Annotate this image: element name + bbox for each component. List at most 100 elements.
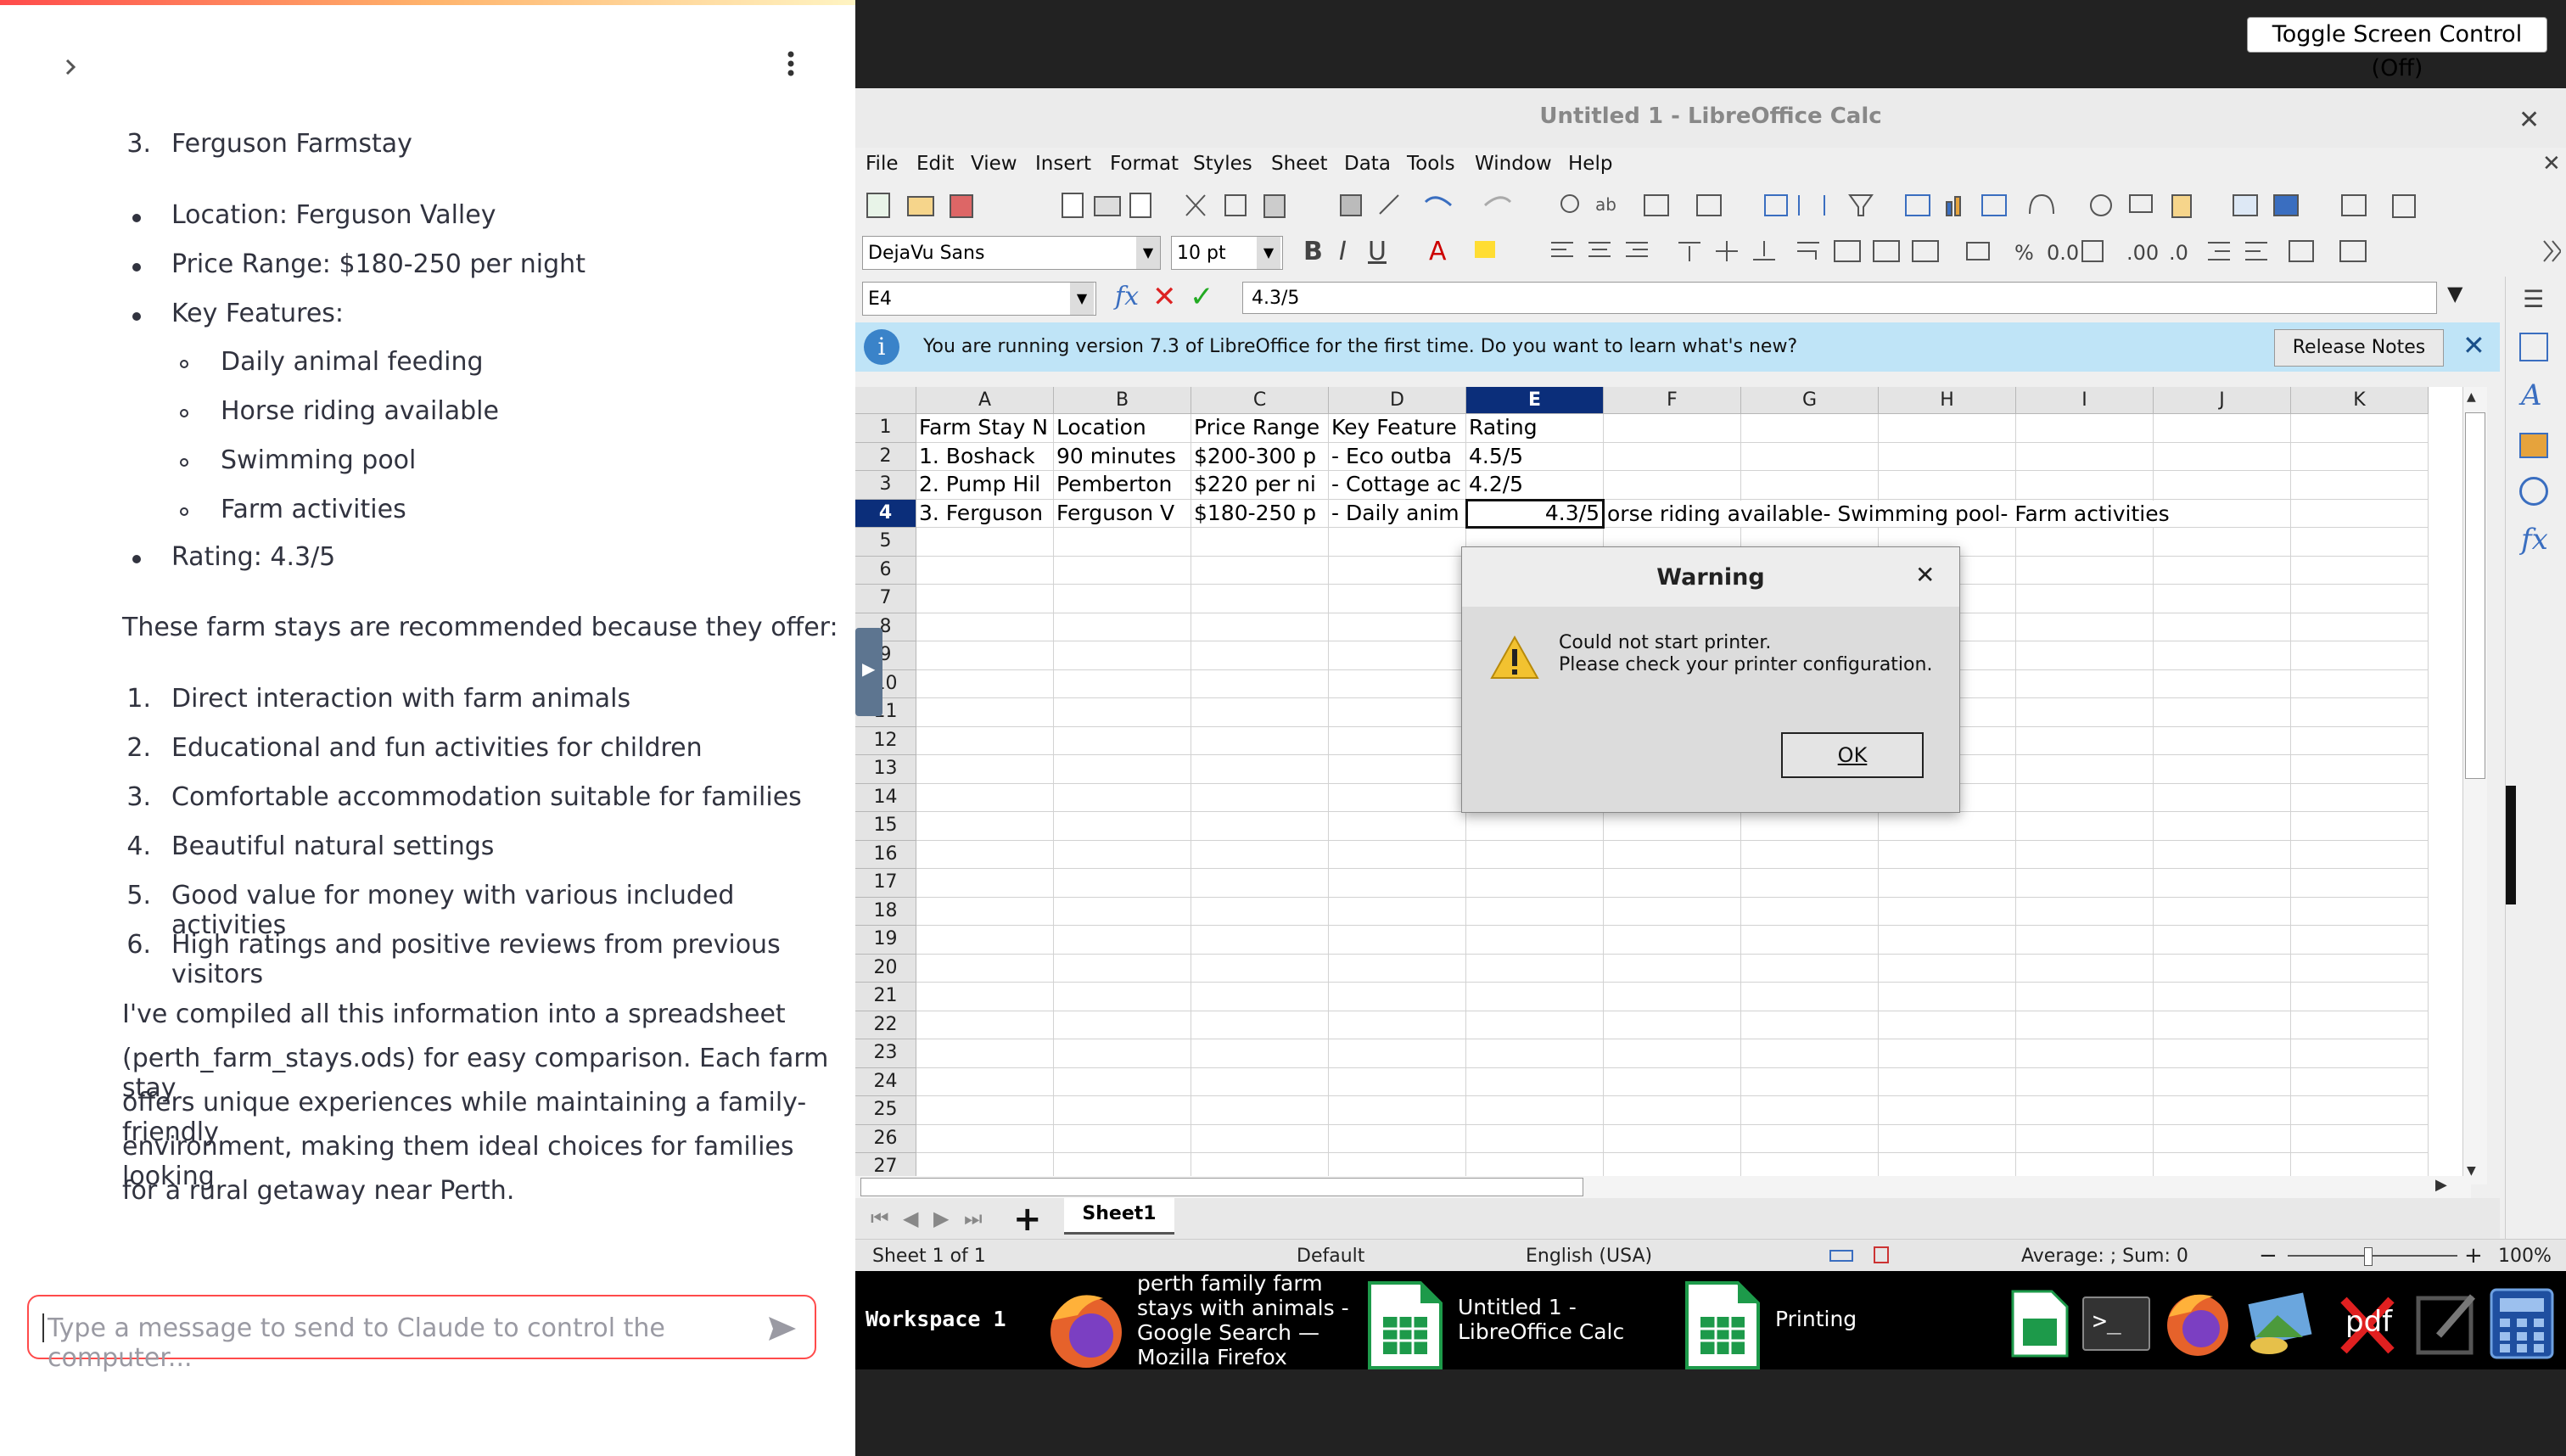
cell-k18[interactable]: [2291, 897, 2429, 926]
column-header-k[interactable]: K: [2291, 387, 2429, 414]
cell-i6[interactable]: [2016, 556, 2154, 585]
cell-c4[interactable]: $180-250 p: [1191, 499, 1329, 528]
cell-f25[interactable]: [1604, 1096, 1741, 1125]
cell-j25[interactable]: [2154, 1096, 2291, 1125]
column-header-d[interactable]: D: [1329, 387, 1466, 414]
row-header-25[interactable]: 25: [855, 1096, 916, 1125]
sidebar-pull-handle[interactable]: ▶: [855, 628, 882, 716]
firefox-task-line[interactable]: perth family farm: [1137, 1271, 1323, 1296]
cell-i9[interactable]: [2016, 641, 2154, 670]
row-header-4[interactable]: 4: [855, 499, 916, 528]
cell-b23[interactable]: [1054, 1039, 1191, 1068]
cell-d7[interactable]: [1329, 585, 1466, 613]
cell-j24[interactable]: [2154, 1067, 2291, 1096]
cell-b27[interactable]: [1054, 1153, 1191, 1176]
info-bar-close-icon[interactable]: ✕: [2462, 329, 2485, 361]
cell-d3[interactable]: - Cottage ac: [1329, 471, 1466, 500]
cell-j18[interactable]: [2154, 897, 2291, 926]
cell-d9[interactable]: [1329, 641, 1466, 670]
cell-h22[interactable]: [1879, 1011, 2016, 1039]
horizontal-scroll-thumb[interactable]: [860, 1178, 1583, 1196]
cell-h20[interactable]: [1879, 954, 2016, 983]
cell-a12[interactable]: [916, 726, 1054, 755]
cell-b20[interactable]: [1054, 954, 1191, 983]
cell-i21[interactable]: [2016, 983, 2154, 1011]
menu-file[interactable]: File: [866, 153, 899, 175]
vertical-scrollbar[interactable]: ▲ ▼: [2462, 387, 2487, 1184]
cell-i7[interactable]: [2016, 585, 2154, 613]
cell-h27[interactable]: [1879, 1153, 2016, 1176]
formula-input[interactable]: 4.3/5: [1242, 282, 2437, 314]
row-header-21[interactable]: 21: [855, 983, 916, 1011]
cell-c11[interactable]: [1191, 698, 1329, 727]
cell-e23[interactable]: [1466, 1039, 1604, 1068]
cell-k22[interactable]: [2291, 1011, 2429, 1039]
column-header-c[interactable]: C: [1191, 387, 1329, 414]
cell-g2[interactable]: [1741, 442, 1879, 471]
cell-h23[interactable]: [1879, 1039, 2016, 1068]
cell-i13[interactable]: [2016, 755, 2154, 784]
cell-e22[interactable]: [1466, 1011, 1604, 1039]
cell-j4[interactable]: [2154, 499, 2291, 528]
font-name-box[interactable]: DejaVu Sans ▼: [862, 236, 1161, 270]
zoom-in-icon[interactable]: +: [2464, 1243, 2483, 1268]
cell-a21[interactable]: [916, 983, 1054, 1011]
firefox-task-line[interactable]: stays with animals -: [1137, 1296, 1349, 1320]
cell-c16[interactable]: [1191, 840, 1329, 869]
cell-b4[interactable]: Ferguson V: [1054, 499, 1191, 528]
sidebar-collapse-handle[interactable]: [2506, 786, 2516, 904]
cell-b1[interactable]: Location: [1054, 414, 1191, 443]
name-box[interactable]: E4 ▼: [862, 282, 1096, 316]
cell-f16[interactable]: [1604, 840, 1741, 869]
cell-k14[interactable]: [2291, 783, 2429, 812]
cell-i24[interactable]: [2016, 1067, 2154, 1096]
cell-d23[interactable]: [1329, 1039, 1466, 1068]
cell-c13[interactable]: [1191, 755, 1329, 784]
row-header-23[interactable]: 23: [855, 1039, 916, 1068]
cell-i1[interactable]: [2016, 414, 2154, 443]
cell-a2[interactable]: 1. Boshack: [916, 442, 1054, 471]
properties-icon[interactable]: [2519, 333, 2548, 361]
cell-h19[interactable]: [1879, 926, 2016, 955]
cell-i16[interactable]: [2016, 840, 2154, 869]
cell-b7[interactable]: [1054, 585, 1191, 613]
firefox-launcher-icon[interactable]: [2162, 1288, 2233, 1359]
cell-f24[interactable]: [1604, 1067, 1741, 1096]
cell-j1[interactable]: [2154, 414, 2291, 443]
row-header-3[interactable]: 3: [855, 471, 916, 500]
expand-formula-icon[interactable]: ▼: [2447, 282, 2462, 305]
row-header-19[interactable]: 19: [855, 926, 916, 955]
expand-sidebar-chevron-icon[interactable]: [58, 54, 83, 80]
row-header-12[interactable]: 12: [855, 726, 916, 755]
cell-k19[interactable]: [2291, 926, 2429, 955]
calc-launcher-icon[interactable]: [2009, 1290, 2070, 1358]
cell-d22[interactable]: [1329, 1011, 1466, 1039]
cell-e16[interactable]: [1466, 840, 1604, 869]
cell-k6[interactable]: [2291, 556, 2429, 585]
cell-a13[interactable]: [916, 755, 1054, 784]
cell-k15[interactable]: [2291, 812, 2429, 841]
toggle-screen-control-button[interactable]: Toggle Screen Control (Off): [2247, 17, 2547, 81]
cell-f18[interactable]: [1604, 897, 1741, 926]
column-header-b[interactable]: B: [1054, 387, 1191, 414]
cell-c26[interactable]: [1191, 1124, 1329, 1153]
cell-h21[interactable]: [1879, 983, 2016, 1011]
cell-e1[interactable]: Rating: [1466, 414, 1604, 443]
image-viewer-launcher-icon[interactable]: [2244, 1290, 2315, 1358]
cell-c7[interactable]: [1191, 585, 1329, 613]
cell-k21[interactable]: [2291, 983, 2429, 1011]
cell-f20[interactable]: [1604, 954, 1741, 983]
cell-j20[interactable]: [2154, 954, 2291, 983]
font-size-box[interactable]: 10 pt ▼: [1171, 236, 1283, 270]
terminal-launcher-icon[interactable]: >_: [2082, 1296, 2150, 1351]
cell-e15[interactable]: [1466, 812, 1604, 841]
cell-j23[interactable]: [2154, 1039, 2291, 1068]
cell-e26[interactable]: [1466, 1124, 1604, 1153]
cell-c27[interactable]: [1191, 1153, 1329, 1176]
cell-d26[interactable]: [1329, 1124, 1466, 1153]
cell-b21[interactable]: [1054, 983, 1191, 1011]
cell-j14[interactable]: [2154, 783, 2291, 812]
cell-i11[interactable]: [2016, 698, 2154, 727]
calc-task-line[interactable]: LibreOffice Calc: [1458, 1319, 1624, 1344]
cell-h24[interactable]: [1879, 1067, 2016, 1096]
